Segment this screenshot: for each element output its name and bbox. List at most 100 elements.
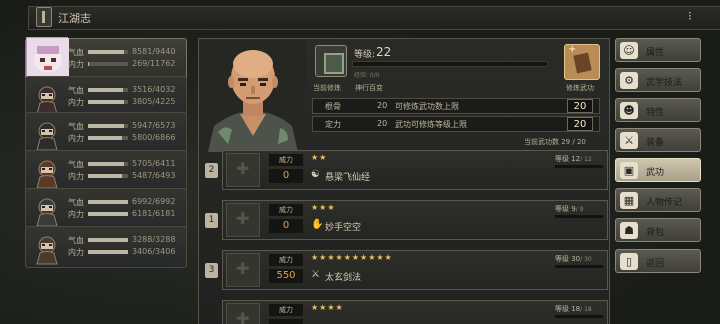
stat-label: 气血 xyxy=(68,48,84,57)
tab-3[interactable]: ⚔ 装备 xyxy=(615,128,701,152)
skill-name: 悬梁飞仙经 xyxy=(325,173,371,183)
stat-bar-fill xyxy=(88,200,128,204)
stat-label: 内力 xyxy=(68,172,84,181)
skill-power-value: 550 xyxy=(269,269,303,283)
skill-glyph-icon xyxy=(226,203,260,237)
tab-icon: ▯ xyxy=(620,253,638,270)
top-bar xyxy=(28,6,720,30)
stat-bar-fill xyxy=(88,124,125,128)
tab-5[interactable]: ▦ 人物传记 xyxy=(615,188,701,212)
tab-icon: ▣ xyxy=(620,162,638,179)
skill-power-value xyxy=(269,319,303,324)
qi-stat: 气血 8581/9440 xyxy=(68,47,186,57)
learn-skill-label: 修炼武功 xyxy=(566,84,594,92)
tab-icon: ⚔ xyxy=(620,132,638,149)
tab-0[interactable]: ☺ 属性 xyxy=(615,38,701,62)
party-member-card[interactable]: 气血 3288/3288 内力 3406/3406 xyxy=(25,226,187,268)
party-member-portrait xyxy=(30,117,64,151)
skill-level-bar xyxy=(555,265,603,268)
skill-level: 等级 30/ 30 xyxy=(555,255,592,263)
tab-icon: ▦ xyxy=(620,192,638,209)
skill-level: 等级 9/ 9 xyxy=(555,205,584,213)
skill-name: 妙手空空 xyxy=(325,223,362,233)
qi-stat: 气血 5705/6411 xyxy=(68,159,186,169)
skill-stars: ★★★ xyxy=(311,203,336,212)
level-label: 等级: xyxy=(354,50,376,60)
stat-bar xyxy=(88,250,128,254)
attr-cap: 20 xyxy=(567,99,593,113)
neili-stat: 内力 5800/6866 xyxy=(68,133,186,143)
stat-bar xyxy=(88,100,128,104)
attr-name: 定力 xyxy=(325,120,341,129)
skill-slot-number[interactable]: 3 xyxy=(205,263,218,278)
party-member-card[interactable]: 气血 5947/6573 内力 5800/6866 xyxy=(25,112,187,154)
stat-value: 3406/3406 xyxy=(132,247,176,256)
tab-6[interactable]: ☗ 背包 xyxy=(615,218,701,242)
stat-value: 5487/6493 xyxy=(132,171,176,180)
current-skill-icon[interactable] xyxy=(315,45,347,77)
party-member-portrait xyxy=(30,231,64,265)
neili-stat: 内力 6181/6181 xyxy=(68,209,186,219)
skill-slot-number[interactable]: 2 xyxy=(205,163,218,178)
stat-bar-fill xyxy=(88,212,128,216)
stat-label: 气血 xyxy=(68,160,84,169)
stat-bar-fill xyxy=(88,62,89,66)
stat-value: 3805/4225 xyxy=(132,97,176,106)
skill-slot-number[interactable]: 1 xyxy=(205,213,218,228)
tab-4[interactable]: ▣ 武功 xyxy=(615,158,701,182)
stat-value: 5705/6411 xyxy=(132,159,176,168)
attr-name: 根骨 xyxy=(325,102,341,111)
stat-label: 内力 xyxy=(68,134,84,143)
skill-level-bar xyxy=(555,315,603,318)
tab-label: 武学技法 xyxy=(646,78,683,88)
stat-label: 内力 xyxy=(68,248,84,257)
stat-value: 269/11762 xyxy=(132,59,176,68)
stat-bar xyxy=(88,212,128,216)
stat-bar xyxy=(88,162,128,166)
plus-icon: + xyxy=(568,44,577,55)
stat-label: 气血 xyxy=(68,86,84,95)
tab-1[interactable]: ⚙ 武学技法 xyxy=(615,68,701,92)
hero-portrait xyxy=(200,40,306,152)
neili-stat: 内力 5487/6493 xyxy=(68,171,186,181)
qi-stat: 气血 3516/4032 xyxy=(68,85,186,95)
stat-bar-fill xyxy=(88,50,125,54)
neili-stat: 内力 3805/4225 xyxy=(68,97,186,107)
party-member-card[interactable]: 气血 6992/6992 内力 6181/6181 xyxy=(25,188,187,230)
skill-type-icon: ☯ xyxy=(311,169,320,180)
skill-count: 当前武功数 29 / 20 xyxy=(524,138,586,146)
skill-power-value: 0 xyxy=(269,169,303,183)
tab-label: 人物传记 xyxy=(646,198,683,208)
xp-bar xyxy=(352,61,548,67)
attr-row-gengu: 根骨 20 可修炼武功数上限 20 xyxy=(312,98,600,114)
stat-label: 气血 xyxy=(68,198,84,207)
tab-2[interactable]: ☻ 特性 xyxy=(615,98,701,122)
skill-power-label: 威力 xyxy=(269,204,303,216)
menu-dots-icon[interactable]: ⁝ xyxy=(688,9,692,23)
tab-label: 返回 xyxy=(646,259,665,269)
skill-power-label: 威力 xyxy=(269,304,303,316)
window-title: 江湖志 xyxy=(58,12,91,25)
stat-value: 3516/4032 xyxy=(132,85,176,94)
skill-glyph-icon xyxy=(226,153,260,187)
tab-7[interactable]: ▯ 返回 xyxy=(615,249,701,273)
tab-icon: ☗ xyxy=(620,222,638,239)
party-member-portrait xyxy=(30,155,64,189)
skill-row[interactable]: 1 威力 ★★★ 0 ✋妙手空空 等级 9/ 9 xyxy=(205,200,608,240)
tab-label: 背包 xyxy=(646,228,665,238)
stat-value: 5800/6866 xyxy=(132,133,176,142)
skill-row[interactable]: 威力 ★★★★ 等级 18/ 18 xyxy=(222,300,608,324)
qi-stat: 气血 5947/6573 xyxy=(68,121,186,131)
skill-row[interactable]: 3 威力 ★★★★★★★★★★ 550 ⚔ 太玄剑法 等级 30/ 30 xyxy=(205,250,608,290)
level-value: 22 xyxy=(376,45,392,59)
tab-icon: ☺ xyxy=(620,42,638,59)
party-member-card[interactable]: 气血 5705/6411 内力 5487/6493 xyxy=(25,150,187,192)
tab-label: 特性 xyxy=(646,108,665,118)
qi-stat: 气血 6992/6992 xyxy=(68,197,186,207)
book-icon[interactable] xyxy=(36,7,52,27)
party-member-card[interactable]: 气血 8581/9440 内力 269/11762 xyxy=(25,37,187,80)
party-member-portrait xyxy=(26,37,69,80)
skill-row[interactable]: 2 威力 ★★ 0 ☯ 悬梁飞仙经 等级 12/ 12 xyxy=(205,150,608,190)
qi-stat: 气血 3288/3288 xyxy=(68,235,186,245)
stat-value: 5947/6573 xyxy=(132,121,176,130)
